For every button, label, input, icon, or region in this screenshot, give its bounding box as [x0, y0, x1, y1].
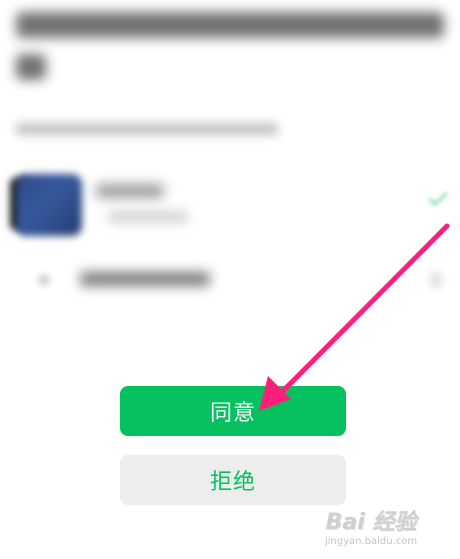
watermark-main: Bai 经验 — [325, 510, 417, 535]
profile-subtext — [108, 212, 188, 222]
chevron-right-icon — [430, 272, 442, 288]
authorization-screen: 同意 拒绝 Bai 经验 jingyan.baidu.com — [0, 0, 460, 559]
list-item-icon — [38, 274, 50, 286]
profile-name — [96, 184, 164, 198]
watermark-logo: Bai 经验 jingyan.baidu.com — [306, 511, 436, 555]
reject-button-label: 拒绝 — [209, 470, 256, 495]
agree-button[interactable]: 同意 — [120, 386, 346, 436]
watermark-url: jingyan.baidu.com — [324, 536, 418, 547]
avatar — [16, 174, 82, 236]
list-item-label — [80, 272, 210, 286]
agree-button-label: 同意 — [209, 401, 256, 426]
checkmark-icon — [428, 192, 448, 206]
reject-button[interactable]: 拒绝 — [120, 455, 346, 505]
